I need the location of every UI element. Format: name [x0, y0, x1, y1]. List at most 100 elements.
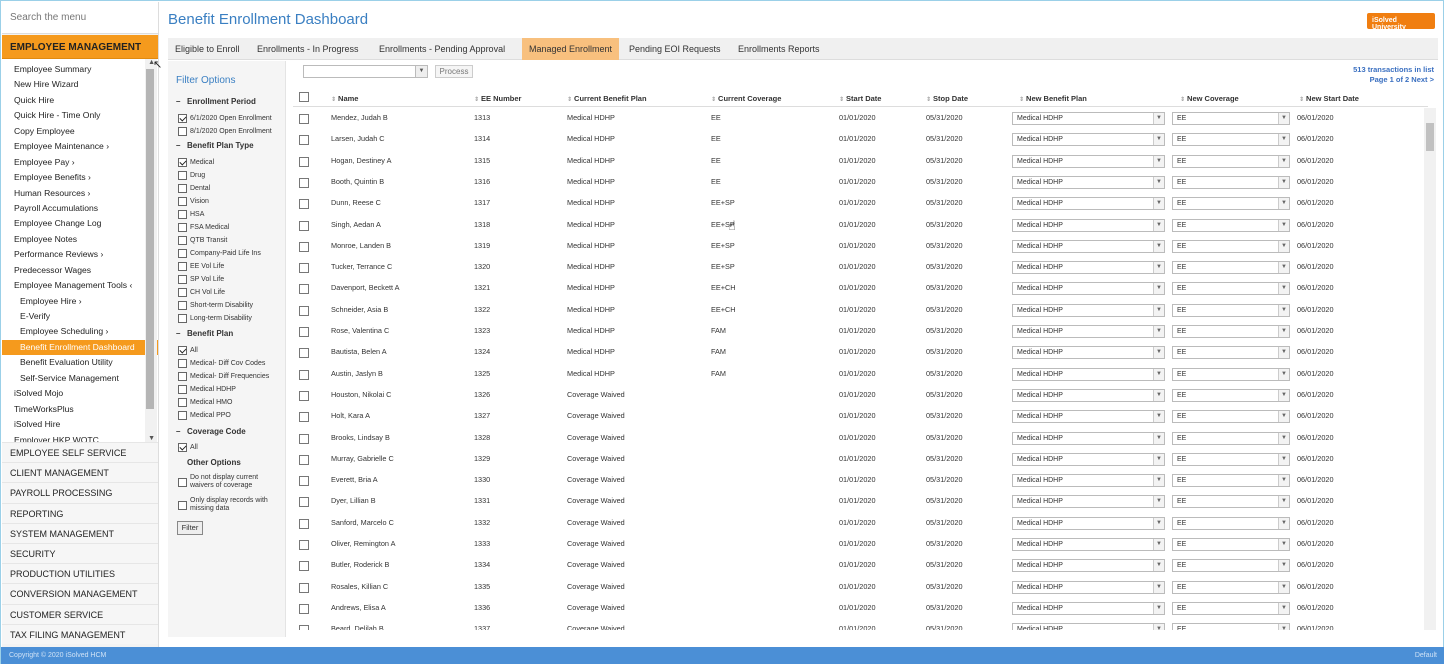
- sidebar-menu-item[interactable]: Payroll Accumulations: [2, 201, 158, 216]
- sidebar-category[interactable]: SYSTEM MANAGEMENT: [2, 522, 158, 543]
- new-coverage-select[interactable]: EE ▼: [1172, 154, 1290, 168]
- new-coverage-select[interactable]: EE ▼: [1172, 410, 1290, 424]
- filter-checkbox[interactable]: [178, 197, 187, 206]
- row-checkbox[interactable]: [299, 433, 309, 444]
- new-coverage-select[interactable]: EE ▼: [1172, 197, 1290, 211]
- filter-option[interactable]: Medical: [178, 158, 214, 167]
- filter-option[interactable]: QTB Transit: [178, 236, 227, 245]
- sidebar-category[interactable]: PRODUCTION UTILITIES: [2, 563, 158, 584]
- row-checkbox[interactable]: [299, 135, 309, 146]
- row-checkbox[interactable]: [299, 561, 309, 572]
- row-checkbox[interactable]: [299, 348, 309, 359]
- table-row[interactable]: Dunn, Reese C 1317 Medical HDHP EE+SP 01/01/…: [293, 193, 1428, 214]
- filter-option[interactable]: Vision: [178, 197, 209, 206]
- new-coverage-select[interactable]: EE ▼: [1172, 346, 1290, 360]
- sort-icon[interactable]: ⇕: [711, 97, 716, 103]
- filter-button[interactable]: Filter: [177, 521, 203, 535]
- sidebar-menu-item[interactable]: Employee Notes: [2, 232, 158, 247]
- sidebar-menu-item[interactable]: Employer HKP WOTC: [2, 433, 158, 443]
- filter-checkbox[interactable]: [178, 346, 187, 355]
- new-coverage-select[interactable]: EE ▼: [1172, 175, 1290, 189]
- new-coverage-select[interactable]: EE ▼: [1172, 495, 1290, 509]
- new-benefit-plan-select[interactable]: Medical HDHP ▼: [1012, 538, 1165, 551]
- column-header[interactable]: ⇕ New Benefit Plan: [1019, 94, 1087, 103]
- sidebar-menu-item[interactable]: Performance Reviews ›: [2, 247, 158, 262]
- process-button[interactable]: Process: [435, 65, 473, 78]
- new-coverage-select[interactable]: EE ▼: [1172, 623, 1290, 630]
- filter-checkbox[interactable]: [178, 184, 187, 193]
- row-checkbox[interactable]: [299, 241, 309, 252]
- filter-checkbox[interactable]: [178, 359, 187, 368]
- table-row[interactable]: Holt, Kara A 1327 Coverage Waived 01/01/202…: [293, 406, 1428, 427]
- row-checkbox[interactable]: [299, 412, 309, 423]
- row-checkbox[interactable]: [299, 390, 309, 401]
- new-benefit-plan-select[interactable]: Medical HDHP ▼: [1012, 261, 1165, 275]
- filter-checkbox[interactable]: [178, 385, 187, 394]
- table-row[interactable]: Murray, Gabrielle C 1329 Coverage Waived 01…: [293, 449, 1428, 470]
- new-coverage-select[interactable]: EE ▼: [1172, 218, 1290, 232]
- filter-checkbox[interactable]: [178, 171, 187, 180]
- filter-option[interactable]: Dental: [178, 184, 210, 193]
- sidebar-menu-item[interactable]: Employee Benefits ›: [2, 170, 158, 185]
- new-benefit-plan-select[interactable]: Medical HDHP ▼: [1012, 282, 1165, 296]
- new-coverage-select[interactable]: EE ▼: [1172, 538, 1290, 551]
- sidebar-menu-item[interactable]: Human Resources ›: [2, 186, 158, 201]
- sidebar-menu-item[interactable]: Quick Hire - Time Only: [2, 108, 158, 123]
- tab-item[interactable]: Pending EOI Requests: [622, 38, 728, 60]
- filter-option[interactable]: Long-term Disability: [178, 314, 252, 323]
- grid-scrollbar[interactable]: [1424, 108, 1436, 630]
- row-checkbox[interactable]: [299, 220, 309, 231]
- filter-checkbox[interactable]: [178, 443, 187, 452]
- filter-option[interactable]: Medical PPO: [178, 411, 231, 420]
- table-row[interactable]: Rose, Valentina C 1323 Medical HDHP FAM 01/0…: [293, 321, 1428, 342]
- new-benefit-plan-select[interactable]: Medical HDHP ▼: [1012, 410, 1165, 424]
- filter-checkbox[interactable]: [178, 288, 187, 297]
- new-coverage-select[interactable]: EE ▼: [1172, 559, 1290, 573]
- filter-checkbox[interactable]: [178, 275, 187, 284]
- table-row[interactable]: Butler, Roderick B 1334 Coverage Waived 01/…: [293, 555, 1428, 576]
- sidebar-menu-item[interactable]: TimeWorksPlus: [2, 402, 158, 417]
- new-benefit-plan-select[interactable]: Medical HDHP ▼: [1012, 303, 1165, 317]
- filter-option[interactable]: 8/1/2020 Open Enrollment: [178, 127, 272, 136]
- column-header[interactable]: ⇕ EE Number: [474, 94, 521, 103]
- sidebar-category[interactable]: EMPLOYEE SELF SERVICE: [2, 442, 158, 463]
- table-row[interactable]: Mendez, Judah B 1313 Medical HDHP EE 01/01/2…: [293, 108, 1428, 129]
- filter-option[interactable]: All: [178, 346, 198, 355]
- filter-checkbox[interactable]: [178, 500, 187, 510]
- column-header[interactable]: ⇕ Name: [331, 94, 358, 103]
- grid-scroll-thumb[interactable]: [1426, 123, 1434, 151]
- new-coverage-select[interactable]: EE ▼: [1172, 388, 1290, 402]
- table-row[interactable]: Tucker, Terrance C 1320 Medical HDHP EE+SP 0…: [293, 257, 1428, 278]
- table-row[interactable]: Andrews, Elisa A 1336 Coverage Waived 01/01…: [293, 598, 1428, 619]
- filter-option[interactable]: Drug: [178, 171, 205, 180]
- table-row[interactable]: Beard, Delilah B 1337 Coverage Waived 01/01…: [293, 619, 1428, 630]
- new-benefit-plan-select[interactable]: Medical HDHP ▼: [1012, 218, 1165, 232]
- row-checkbox[interactable]: [299, 199, 309, 210]
- sidebar-menu-item[interactable]: Employee Scheduling ›: [2, 324, 158, 339]
- tab-item[interactable]: Eligible to Enroll: [168, 38, 247, 60]
- sort-icon[interactable]: ⇕: [926, 97, 931, 103]
- row-checkbox[interactable]: [299, 284, 309, 295]
- tab-item[interactable]: Enrollments - Pending Approval: [372, 38, 512, 60]
- new-coverage-select[interactable]: EE ▼: [1172, 282, 1290, 296]
- filter-checkbox[interactable]: [178, 398, 187, 407]
- new-coverage-select[interactable]: EE ▼: [1172, 239, 1290, 253]
- new-benefit-plan-select[interactable]: Medical HDHP ▼: [1012, 239, 1165, 253]
- filter-option[interactable]: CH Vol Life: [178, 288, 225, 297]
- new-coverage-select[interactable]: EE ▼: [1172, 261, 1290, 275]
- collapse-icon[interactable]: –: [176, 97, 180, 106]
- filter-option[interactable]: 6/1/2020 Open Enrollment: [178, 114, 272, 123]
- new-benefit-plan-select[interactable]: Medical HDHP ▼: [1012, 623, 1165, 630]
- table-row[interactable]: Larsen, Judah C 1314 Medical HDHP EE 01/01/2…: [293, 129, 1428, 150]
- sidebar-menu-item[interactable]: Benefit Enrollment Dashboard: [2, 339, 158, 356]
- sidebar-category[interactable]: TAX FILING MANAGEMENT: [2, 623, 158, 644]
- filter-checkbox[interactable]: [178, 236, 187, 245]
- filter-checkbox[interactable]: [178, 127, 187, 136]
- new-coverage-select[interactable]: EE ▼: [1172, 112, 1290, 125]
- sidebar-category[interactable]: PAYROLL PROCESSING: [2, 482, 158, 503]
- row-checkbox[interactable]: [299, 582, 309, 593]
- sidebar-menu-item[interactable]: Employee Change Log: [2, 216, 158, 231]
- table-row[interactable]: Everett, Bria A 1330 Coverage Waived 01/01/…: [293, 470, 1428, 491]
- collapse-icon[interactable]: –: [176, 329, 180, 338]
- filter-checkbox[interactable]: [178, 477, 187, 487]
